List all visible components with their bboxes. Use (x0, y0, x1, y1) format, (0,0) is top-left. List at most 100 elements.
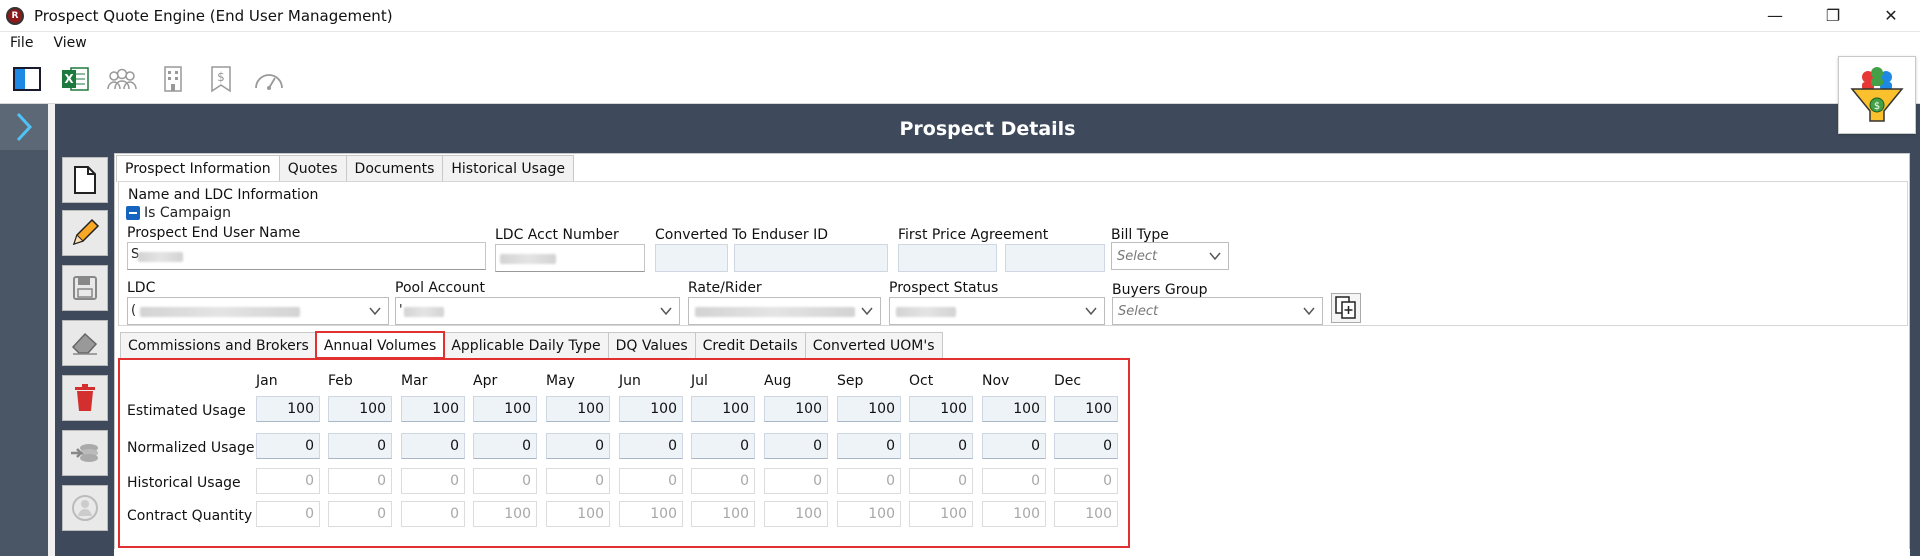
ldc-value: ( (131, 303, 137, 318)
speedometer-icon[interactable] (252, 64, 286, 94)
volume-cell[interactable]: 100 (328, 396, 392, 422)
volume-cell[interactable]: 0 (1054, 433, 1118, 459)
ldc-acct-number-field[interactable] (495, 244, 645, 272)
new-button[interactable] (62, 157, 108, 203)
prospect-status-select[interactable] (889, 297, 1105, 325)
volume-cell[interactable]: 0 (691, 433, 755, 459)
volume-cell[interactable]: 0 (909, 468, 973, 494)
minimize-button[interactable]: — (1746, 0, 1804, 32)
delete-button[interactable] (62, 375, 108, 421)
bill-type-select[interactable]: Select (1111, 242, 1229, 270)
tab-prospect-information[interactable]: Prospect Information (116, 155, 280, 182)
tab-commissions-and-brokers[interactable]: Commissions and Brokers (120, 332, 317, 358)
volume-cell[interactable]: 0 (328, 501, 392, 527)
disabled-action-button[interactable] (62, 485, 108, 531)
row-label: Contract Quantity (127, 508, 253, 524)
volume-cell[interactable]: 100 (909, 501, 973, 527)
volume-cell[interactable]: 0 (1054, 468, 1118, 494)
volume-cell[interactable]: 0 (256, 433, 320, 459)
volume-cell[interactable]: 0 (982, 433, 1046, 459)
volume-cell[interactable]: 100 (982, 396, 1046, 422)
volume-cell[interactable]: 0 (401, 433, 465, 459)
clear-button[interactable] (62, 320, 108, 366)
window-title: Prospect Quote Engine (End User Manageme… (34, 6, 393, 25)
volume-cell[interactable]: 100 (546, 396, 610, 422)
funnel-icon-button[interactable]: $ (1838, 56, 1916, 134)
volume-cell[interactable]: 0 (837, 468, 901, 494)
pool-account-select[interactable]: ' (395, 297, 680, 325)
menu-bar: File View (0, 32, 1920, 54)
close-button[interactable]: ✕ (1862, 0, 1920, 32)
menu-file[interactable]: File (0, 35, 43, 51)
volume-cell[interactable]: 0 (982, 468, 1046, 494)
volume-cell[interactable]: 0 (401, 468, 465, 494)
volume-cell[interactable]: 100 (691, 396, 755, 422)
volume-cell[interactable]: 0 (764, 433, 828, 459)
building-icon[interactable] (156, 64, 190, 94)
copy-button[interactable] (1331, 293, 1361, 323)
title-bar: R Prospect Quote Engine (End User Manage… (0, 0, 1920, 32)
ldc-select[interactable]: ( (127, 297, 389, 325)
volume-cell[interactable]: 100 (473, 396, 537, 422)
menu-view[interactable]: View (43, 35, 96, 51)
is-campaign-checkbox[interactable] (126, 206, 140, 220)
expand-sidebar-button[interactable] (0, 104, 48, 150)
prospect-end-user-name-field[interactable]: S (127, 242, 486, 270)
volume-cell[interactable]: 0 (328, 433, 392, 459)
dollar-bookmark-icon[interactable]: $ (204, 64, 238, 94)
volume-cell[interactable]: 100 (764, 396, 828, 422)
tab-annual-volumes[interactable]: Annual Volumes (314, 331, 446, 359)
volume-cell[interactable]: 100 (473, 501, 537, 527)
convert-button[interactable] (62, 430, 108, 476)
excel-icon[interactable]: X (58, 64, 92, 94)
volume-cell[interactable]: 100 (256, 396, 320, 422)
volume-cell[interactable]: 100 (619, 396, 683, 422)
converted-to-enduser-id-field-1[interactable] (655, 244, 728, 272)
tab-documents[interactable]: Documents (345, 155, 444, 181)
tab-credit-details[interactable]: Credit Details (694, 332, 806, 358)
tab-converted-uoms[interactable]: Converted UOM's (804, 332, 943, 358)
tab-dq-values[interactable]: DQ Values (607, 332, 696, 358)
volume-cell[interactable]: 0 (764, 468, 828, 494)
volume-cell[interactable]: 100 (982, 501, 1046, 527)
volume-cell[interactable]: 0 (619, 468, 683, 494)
tab-quotes[interactable]: Quotes (278, 155, 347, 181)
volume-cell[interactable]: 0 (619, 433, 683, 459)
volume-cell[interactable]: 0 (909, 433, 973, 459)
volume-cell[interactable]: 100 (546, 501, 610, 527)
edit-button[interactable] (62, 210, 108, 256)
volume-cell[interactable]: 0 (256, 468, 320, 494)
layout-panel-icon[interactable] (10, 64, 44, 94)
volume-cell[interactable]: 100 (764, 501, 828, 527)
volume-cell[interactable]: 100 (1054, 501, 1118, 527)
chevron-down-icon (1303, 307, 1315, 316)
volume-cell[interactable]: 0 (546, 468, 610, 494)
volume-cell[interactable]: 100 (401, 396, 465, 422)
tab-historical-usage[interactable]: Historical Usage (442, 155, 575, 181)
volume-cell[interactable]: 100 (1054, 396, 1118, 422)
volume-cell[interactable]: 0 (328, 468, 392, 494)
first-price-agreement-field-2[interactable] (1005, 244, 1105, 272)
save-button[interactable] (62, 265, 108, 311)
volume-cell[interactable]: 0 (473, 433, 537, 459)
buyers-group-select[interactable]: Select (1112, 297, 1323, 325)
volume-cell[interactable]: 0 (473, 468, 537, 494)
volume-cell[interactable]: 0 (546, 433, 610, 459)
first-price-agreement-field-1[interactable] (898, 244, 997, 272)
volume-cell[interactable]: 0 (401, 501, 465, 527)
volume-cell[interactable]: 0 (691, 468, 755, 494)
volume-cell[interactable]: 100 (909, 396, 973, 422)
volume-cell[interactable]: 100 (837, 501, 901, 527)
volume-cell[interactable]: 100 (619, 501, 683, 527)
converted-to-enduser-id-field-2[interactable] (734, 244, 888, 272)
maximize-button[interactable]: ❐ (1804, 0, 1862, 32)
volume-cell[interactable]: 100 (837, 396, 901, 422)
volume-cell[interactable]: 100 (691, 501, 755, 527)
tab-applicable-daily-type[interactable]: Applicable Daily Type (443, 332, 609, 358)
volume-cell[interactable]: 0 (256, 501, 320, 527)
left-sidebar (0, 104, 48, 556)
rate-rider-select[interactable] (688, 297, 881, 325)
edit-pencil-icon (72, 218, 100, 246)
volume-cell[interactable]: 0 (837, 433, 901, 459)
users-group-icon[interactable] (105, 64, 139, 94)
